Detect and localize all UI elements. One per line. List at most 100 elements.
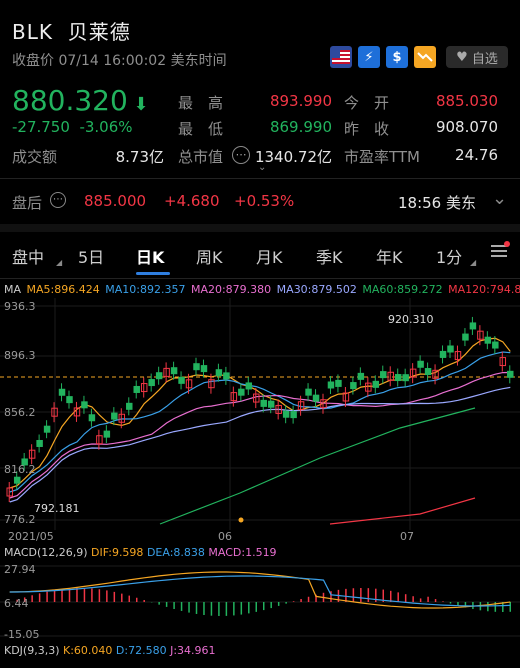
us-flag-icon[interactable] bbox=[330, 46, 352, 68]
ma20-legend: MA20:879.380 bbox=[190, 283, 272, 296]
candle-body bbox=[372, 380, 380, 388]
candle-body bbox=[394, 374, 402, 382]
ma5-line bbox=[9, 337, 511, 489]
expand-chevron-icon[interactable]: ⌄ bbox=[258, 162, 266, 173]
price-axis-label: 936.3 bbox=[4, 300, 36, 313]
ma5-legend: MA5:896.424 bbox=[26, 283, 100, 296]
price-axis-label: 776.2 bbox=[4, 513, 36, 526]
mcap-label: 总市值 bbox=[178, 148, 224, 166]
volume-label: 成交额 bbox=[12, 148, 58, 166]
high-label: 最 高 bbox=[178, 94, 224, 112]
ma120-legend: MA120:794.8 bbox=[448, 283, 520, 296]
candle-body bbox=[380, 371, 387, 379]
candle-body bbox=[484, 336, 492, 344]
dollar-icon[interactable]: $ bbox=[386, 46, 408, 68]
pe-value: 24.76 bbox=[455, 146, 498, 164]
tabs-divider bbox=[0, 278, 520, 279]
more-info-icon[interactable]: ⋯ bbox=[232, 146, 250, 164]
after-hours-change-pct: +0.53% bbox=[234, 192, 295, 210]
candle-body bbox=[43, 425, 51, 433]
high-value: 893.990 bbox=[269, 92, 332, 110]
section-divider bbox=[0, 224, 520, 232]
tab-quarterly-k[interactable]: 季K bbox=[316, 244, 343, 268]
candle-body bbox=[178, 376, 185, 384]
date-axis-label: 2021/05 bbox=[8, 530, 54, 543]
candle-body bbox=[66, 396, 73, 404]
chevron-down-icon[interactable]: ⌄ bbox=[492, 188, 507, 209]
macd-axis-label: 6.44 bbox=[4, 597, 29, 610]
tab-1min[interactable]: 1分 bbox=[436, 244, 462, 268]
macd-axis-label: -15.05 bbox=[4, 628, 40, 641]
candle-body bbox=[13, 476, 21, 484]
last-price: 880.320 ⬇ bbox=[12, 84, 149, 117]
ma20-line bbox=[9, 371, 511, 499]
macd-legend: MACD(12,26,9) DIF:9.598 DEA:8.838 MACD:1… bbox=[4, 546, 277, 559]
tab-daily-k[interactable]: 日K bbox=[136, 244, 164, 268]
event-marker bbox=[238, 517, 244, 523]
candle-body bbox=[402, 374, 409, 382]
candle-body bbox=[126, 402, 133, 410]
candle-body bbox=[424, 368, 432, 376]
macd-chart[interactable] bbox=[0, 560, 520, 640]
tab-1min-dropdown-icon: ◢ bbox=[470, 258, 477, 267]
candle-body bbox=[439, 350, 447, 358]
divider bbox=[0, 178, 520, 179]
candle-body bbox=[58, 388, 66, 396]
pe-label: 市盈率TTM bbox=[344, 148, 421, 166]
price-axis-label: 816.2 bbox=[4, 463, 36, 476]
tab-intraday[interactable]: 盘中 bbox=[12, 244, 44, 268]
candle-body bbox=[492, 341, 499, 349]
add-favorite-button[interactable]: ♥ 自选 bbox=[446, 46, 508, 68]
candle-body bbox=[238, 388, 245, 396]
candle-body bbox=[357, 372, 365, 380]
candle-body bbox=[462, 333, 469, 341]
price-axis-label: 856.2 bbox=[4, 406, 36, 419]
tab-monthly-k[interactable]: 月K bbox=[256, 244, 283, 268]
kdj-legend: KDJ(9,3,3) K:60.040 D:72.580 J:34.961 bbox=[4, 644, 216, 657]
candle-body bbox=[170, 367, 178, 375]
after-hours-price: 885.000 bbox=[84, 192, 147, 210]
tab-weekly-k[interactable]: 周K bbox=[196, 244, 223, 268]
candle-body bbox=[267, 400, 275, 408]
trend-icon[interactable] bbox=[414, 46, 436, 68]
candle-body bbox=[155, 372, 163, 380]
candle-body bbox=[111, 412, 118, 420]
after-hours-time: 18:56 美东 bbox=[398, 194, 476, 212]
candle-body bbox=[103, 430, 111, 438]
close-status: 收盘价 07/14 16:00:02 美东时间 bbox=[12, 53, 227, 69]
open-label: 今 开 bbox=[344, 94, 390, 112]
after-hours-label: 盘后 bbox=[12, 194, 43, 212]
ma10-legend: MA10:892.357 bbox=[105, 283, 186, 296]
candle-body bbox=[260, 399, 267, 407]
ma30-legend: MA30:879.502 bbox=[276, 283, 357, 296]
candle-body bbox=[282, 410, 290, 418]
prev-close-value: 908.070 bbox=[435, 118, 498, 136]
candle-body bbox=[193, 363, 200, 371]
volume-value: 8.73亿 bbox=[115, 148, 164, 166]
flash-icon[interactable]: ⚡ bbox=[358, 46, 380, 68]
date-axis-label: 07 bbox=[400, 530, 414, 543]
candle-body bbox=[36, 439, 43, 447]
candlestick-chart[interactable] bbox=[0, 298, 520, 530]
stock-symbol: BLK bbox=[12, 20, 53, 44]
stock-title: BLK 贝莱德 bbox=[12, 16, 131, 45]
chart-settings-icon[interactable] bbox=[488, 240, 510, 266]
candle-body bbox=[447, 345, 454, 353]
candle-body bbox=[245, 382, 253, 390]
after-hours-info-icon[interactable]: ⋯ bbox=[50, 192, 66, 208]
candle-body bbox=[290, 411, 297, 419]
tab-yearly-k[interactable]: 年K bbox=[376, 244, 403, 268]
date-axis-label: 06 bbox=[218, 530, 232, 543]
candle-body bbox=[327, 381, 335, 389]
tab-intraday-dropdown-icon: ◢ bbox=[56, 258, 63, 267]
chart-grid bbox=[0, 298, 520, 530]
ma-legend-title: MA bbox=[4, 283, 22, 296]
heart-icon: ♥ bbox=[456, 49, 468, 65]
low-annotation: 792.181 bbox=[34, 502, 80, 515]
candle-body bbox=[417, 360, 424, 368]
candles bbox=[6, 316, 514, 502]
candle-body bbox=[215, 369, 223, 377]
tab-5day[interactable]: 5日 bbox=[78, 244, 104, 268]
low-label: 最 低 bbox=[178, 120, 224, 138]
price-axis-label: 896.3 bbox=[4, 349, 36, 362]
